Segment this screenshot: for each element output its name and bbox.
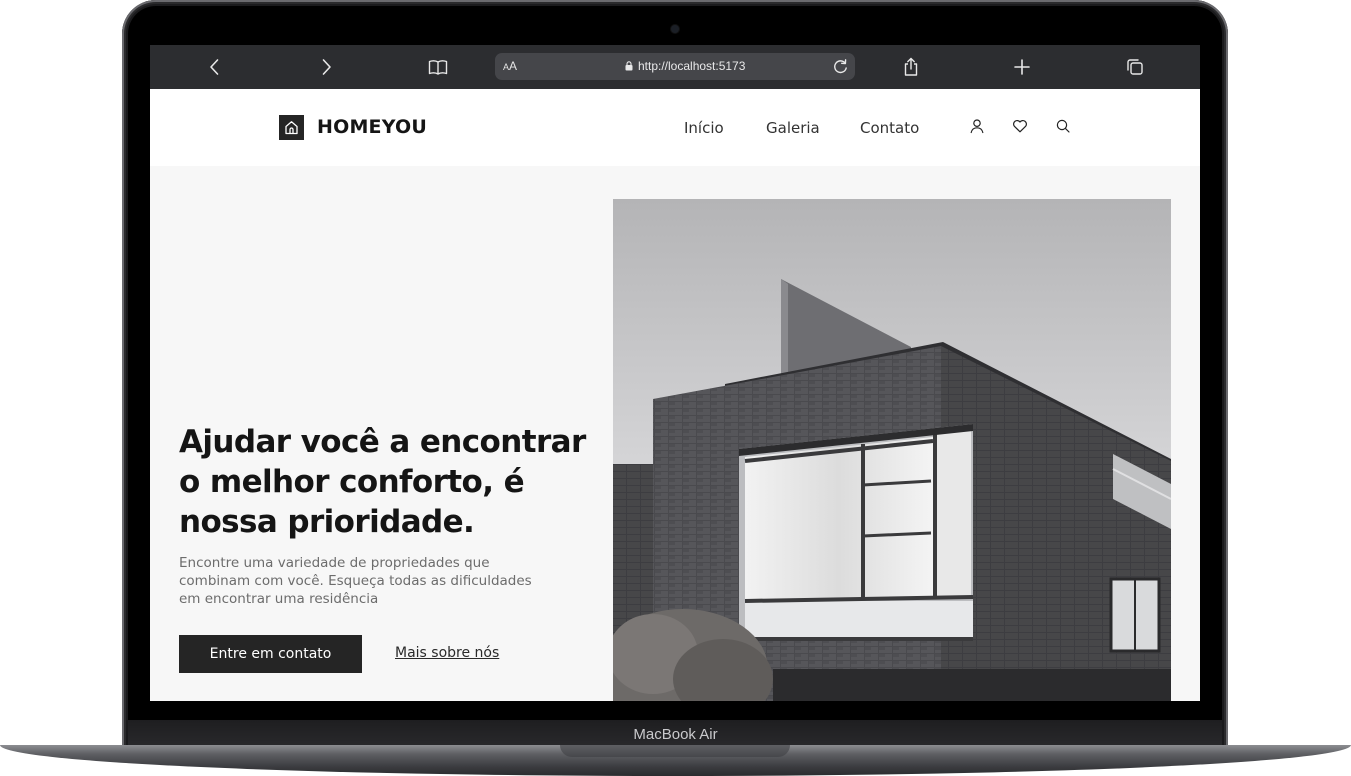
- address-bar[interactable]: AA http://localhost:5173: [495, 53, 855, 80]
- new-tab-plus-icon[interactable]: [1012, 57, 1032, 77]
- camera-icon: [671, 25, 679, 33]
- browser-toolbar: AA http://localhost:5173: [150, 45, 1200, 89]
- brand-name[interactable]: HOMEYOU: [317, 116, 427, 138]
- search-icon[interactable]: [1055, 118, 1071, 134]
- hero-subtitle-line: combinam com você. Esqueça todas as difi…: [179, 573, 532, 589]
- bookmarks-book-icon[interactable]: [428, 57, 448, 77]
- text-size-label: A: [509, 59, 518, 73]
- heart-icon[interactable]: [1012, 118, 1028, 134]
- site-header: HOMEYOU Início Galeria Contato: [150, 89, 1200, 166]
- about-link[interactable]: Mais sobre nós: [395, 645, 499, 661]
- tabs-overview-icon[interactable]: [1125, 57, 1145, 77]
- hero-house-image: [613, 199, 1171, 701]
- hero-title-line: o melhor conforto, é: [179, 464, 525, 500]
- forward-chevron-icon[interactable]: [316, 57, 336, 77]
- text-size-button[interactable]: AA: [503, 59, 517, 73]
- nav-contato[interactable]: Contato: [860, 119, 919, 137]
- lock-icon: [625, 61, 633, 71]
- hero-title-line: nossa prioridade.: [179, 504, 475, 540]
- hero-title-line: Ajudar você a encontrar: [179, 424, 586, 460]
- screen: AA http://localhost:5173 HOMEYOU Início …: [150, 45, 1200, 701]
- laptop-notch: [560, 745, 790, 757]
- back-chevron-icon[interactable]: [205, 57, 225, 77]
- hero-title: Ajudar você a encontrar o melhor confort…: [179, 422, 599, 542]
- url-text: http://localhost:5173: [638, 59, 746, 73]
- nav-galeria[interactable]: Galeria: [766, 119, 820, 137]
- device-label: MacBook Air: [633, 726, 718, 743]
- share-icon[interactable]: [901, 57, 921, 77]
- contact-button[interactable]: Entre em contato: [179, 635, 362, 673]
- reload-icon[interactable]: [832, 58, 849, 75]
- hero-subtitle-line: em encontrar uma residência: [179, 591, 379, 607]
- user-icon[interactable]: [969, 118, 985, 134]
- nav-inicio[interactable]: Início: [684, 119, 724, 137]
- hero-subtitle: Encontre uma variedade de propriedades q…: [179, 554, 579, 608]
- home-logo-icon[interactable]: [279, 115, 304, 140]
- url-field[interactable]: http://localhost:5173: [625, 59, 745, 73]
- hero-subtitle-line: Encontre uma variedade de propriedades q…: [179, 555, 490, 571]
